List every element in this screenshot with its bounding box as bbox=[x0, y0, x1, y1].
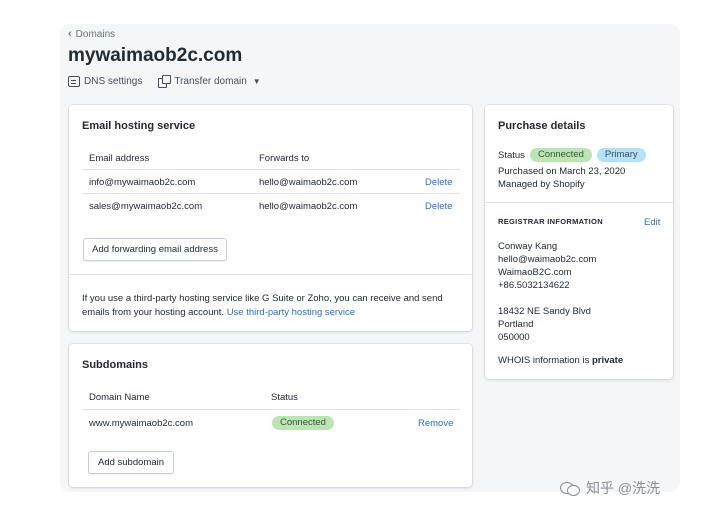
divider bbox=[82, 409, 460, 410]
watermark: 知乎 @洗洗 bbox=[560, 478, 660, 498]
purchase-status: Status Connected Primary bbox=[498, 148, 646, 162]
transfer-domain-button[interactable]: Transfer domain ▼ bbox=[158, 75, 261, 88]
dns-icon bbox=[68, 75, 80, 87]
whois-prefix: WHOIS information is bbox=[498, 355, 590, 366]
contact-email: hello@waimaob2c.com bbox=[498, 254, 597, 265]
page-title: mywaimaob2c.com bbox=[68, 45, 243, 66]
primary-badge: Primary bbox=[596, 148, 646, 162]
breadcrumb-back[interactable]: ‹ Domains bbox=[68, 28, 115, 41]
email-address-cell: info@mywaimaob2c.com bbox=[89, 177, 196, 188]
delete-link[interactable]: Delete bbox=[425, 177, 452, 188]
connected-badge: Connected bbox=[529, 148, 592, 162]
breadcrumb-label[interactable]: Domains bbox=[76, 29, 115, 40]
header-actions: DNS settings Transfer domain ▼ bbox=[68, 75, 261, 88]
connected-badge: Connected bbox=[272, 416, 334, 430]
delete-link[interactable]: Delete bbox=[425, 201, 452, 212]
dns-settings-button[interactable]: DNS settings bbox=[68, 75, 142, 87]
forwards-to-cell: hello@waimaob2c.com bbox=[259, 177, 358, 188]
status-label: Status bbox=[498, 149, 525, 161]
transfer-icon bbox=[158, 75, 172, 88]
column-domain-name: Domain Name bbox=[89, 392, 150, 403]
managed-by-text: Managed by Shopify bbox=[498, 179, 585, 190]
address-line: 18432 NE Sandy Blvd bbox=[498, 306, 591, 317]
address-city: Portland bbox=[498, 319, 534, 330]
third-party-hosting-link[interactable]: Use third-party hosting service bbox=[227, 307, 355, 318]
purchased-on-text: Purchased on March 23, 2020 bbox=[498, 166, 626, 177]
whois-value: private bbox=[591, 355, 624, 366]
address-zip: 050000 bbox=[498, 332, 530, 343]
wechat-icon bbox=[560, 480, 580, 496]
whois-info: WHOIS information is private bbox=[498, 354, 623, 367]
dns-settings-label: DNS settings bbox=[84, 75, 143, 87]
subdomain-cell: www.mywaimaob2c.com bbox=[89, 418, 193, 429]
column-email-address: Email address bbox=[89, 153, 150, 164]
section-divider bbox=[485, 202, 673, 203]
third-party-note: If you use a third-party hosting service… bbox=[82, 292, 452, 319]
email-address-cell: sales@mywaimaob2c.com bbox=[89, 201, 203, 212]
column-forwards-to: Forwards to bbox=[259, 153, 310, 164]
transfer-domain-label: Transfer domain bbox=[174, 75, 247, 87]
remove-link[interactable]: Remove bbox=[418, 418, 453, 429]
registrar-heading: REGISTRAR INFORMATION bbox=[498, 217, 603, 226]
caret-down-icon: ▼ bbox=[252, 76, 261, 86]
edit-registrar-link[interactable]: Edit bbox=[644, 217, 660, 228]
column-status: Status bbox=[271, 392, 298, 403]
status-badge: Connected bbox=[272, 416, 334, 430]
watermark-text: 知乎 @洗洗 bbox=[586, 480, 661, 496]
add-forwarding-email-button[interactable]: Add forwarding email address bbox=[83, 238, 227, 261]
divider bbox=[82, 169, 460, 170]
contact-name: Conway Kang bbox=[498, 241, 558, 252]
section-divider bbox=[69, 274, 472, 275]
contact-company: WaimaoB2C.com bbox=[498, 267, 572, 278]
forwards-to-cell: hello@waimaob2c.com bbox=[259, 201, 358, 212]
purchase-details-title: Purchase details bbox=[498, 120, 586, 132]
add-subdomain-button[interactable]: Add subdomain bbox=[88, 451, 174, 474]
subdomains-title: Subdomains bbox=[82, 359, 149, 371]
contact-phone: +86.5032134622 bbox=[498, 280, 570, 291]
divider bbox=[82, 193, 460, 194]
email-hosting-title: Email hosting service bbox=[82, 120, 196, 132]
chevron-left-icon: ‹ bbox=[68, 28, 72, 40]
